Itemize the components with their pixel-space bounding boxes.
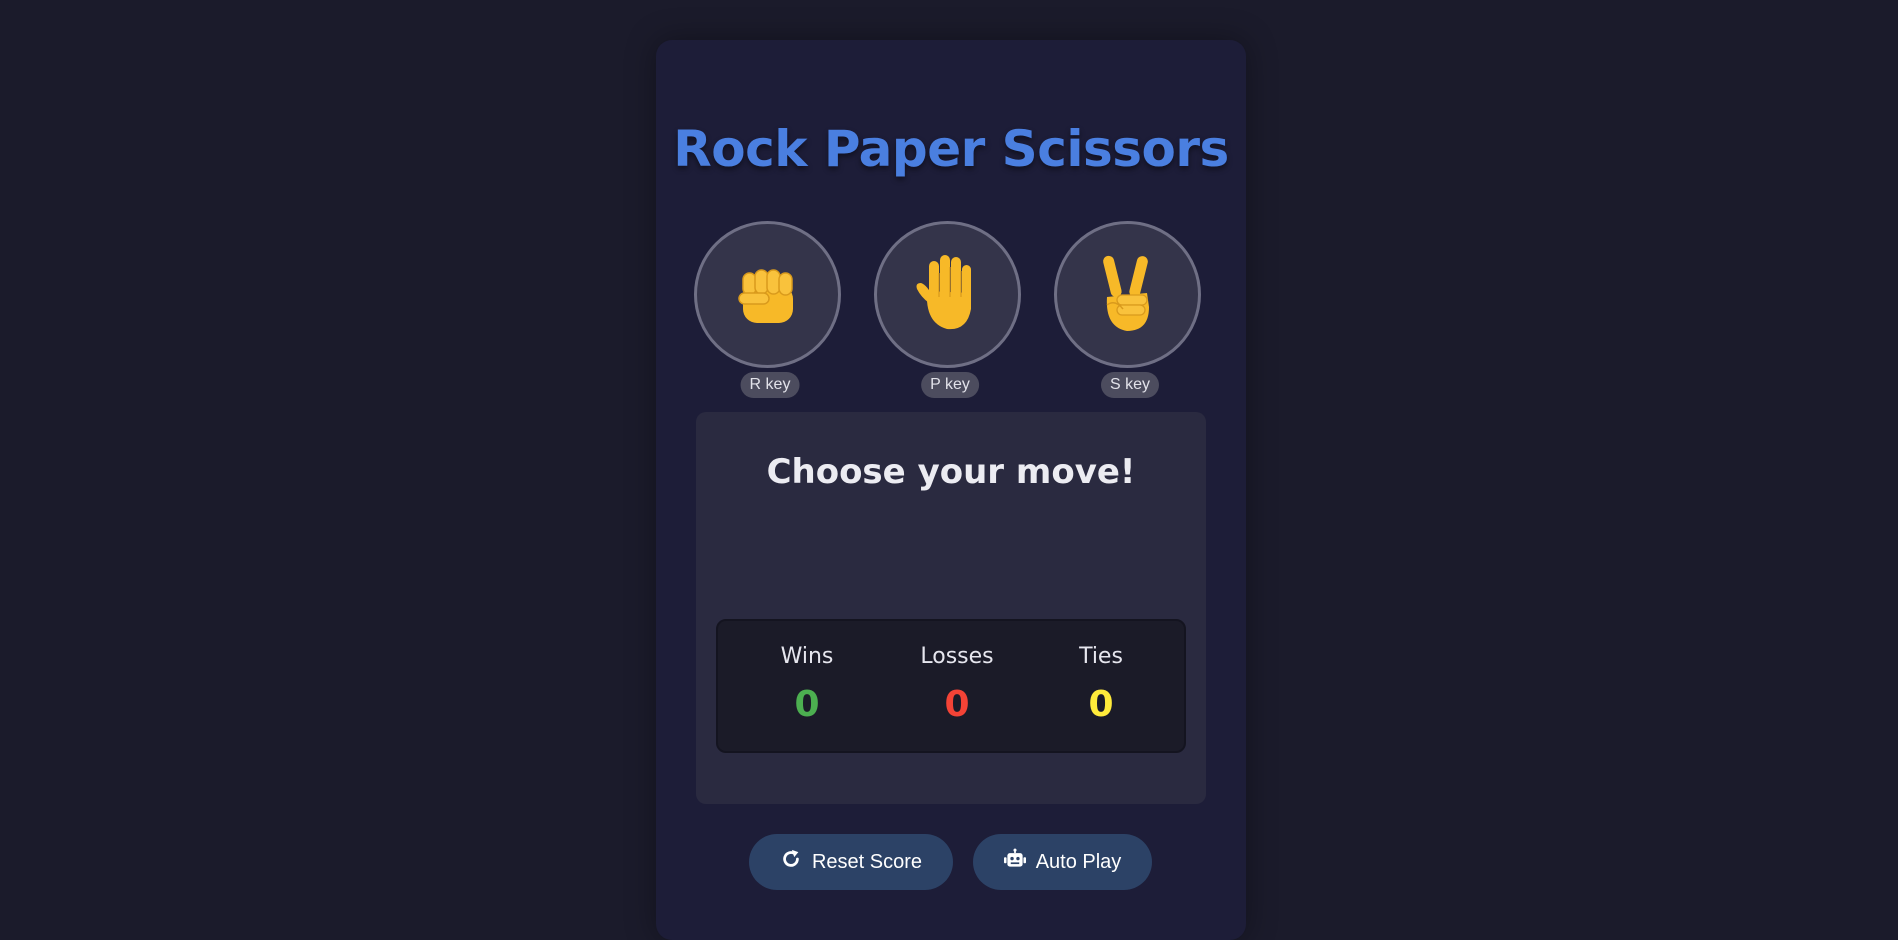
raised-fist-icon [733,253,803,337]
losses-stat: Losses 0 [887,643,1027,725]
ties-stat: Ties 0 [1031,643,1171,725]
auto-play-label: Auto Play [1035,850,1122,873]
reset-score-label: Reset Score [811,850,923,873]
losses-label: Losses [920,644,994,669]
victory-hand-icon [1093,253,1163,337]
result-panel: Choose your move! Wins 0 Losses 0 Ties 0 [696,412,1206,804]
rock-key-hint: R key [740,372,800,398]
rotate-right-icon [780,848,802,876]
paper-button[interactable] [874,221,1021,368]
ties-label: Ties [1079,644,1123,669]
scissors-button[interactable] [1054,221,1201,368]
losses-count: 0 [944,684,970,725]
result-message: Choose your move! [766,452,1136,492]
robot-icon [1003,848,1026,876]
auto-play-button[interactable]: Auto Play [973,834,1152,890]
rock-button[interactable] [694,221,841,368]
page-title: Rock Paper Scissors [673,120,1229,178]
raised-hand-icon [913,253,983,337]
wins-stat: Wins 0 [737,643,877,725]
paper-key-hint: P key [921,372,979,398]
wins-label: Wins [780,644,834,669]
scissors-key-hint: S key [1100,372,1160,398]
game-card: Rock Paper Scissors R key P key S key Ch… [656,40,1246,940]
ties-count: 0 [1088,684,1114,725]
scoreboard: Wins 0 Losses 0 Ties 0 [716,619,1186,753]
wins-count: 0 [794,684,820,725]
reset-score-button[interactable]: Reset Score [749,834,953,890]
